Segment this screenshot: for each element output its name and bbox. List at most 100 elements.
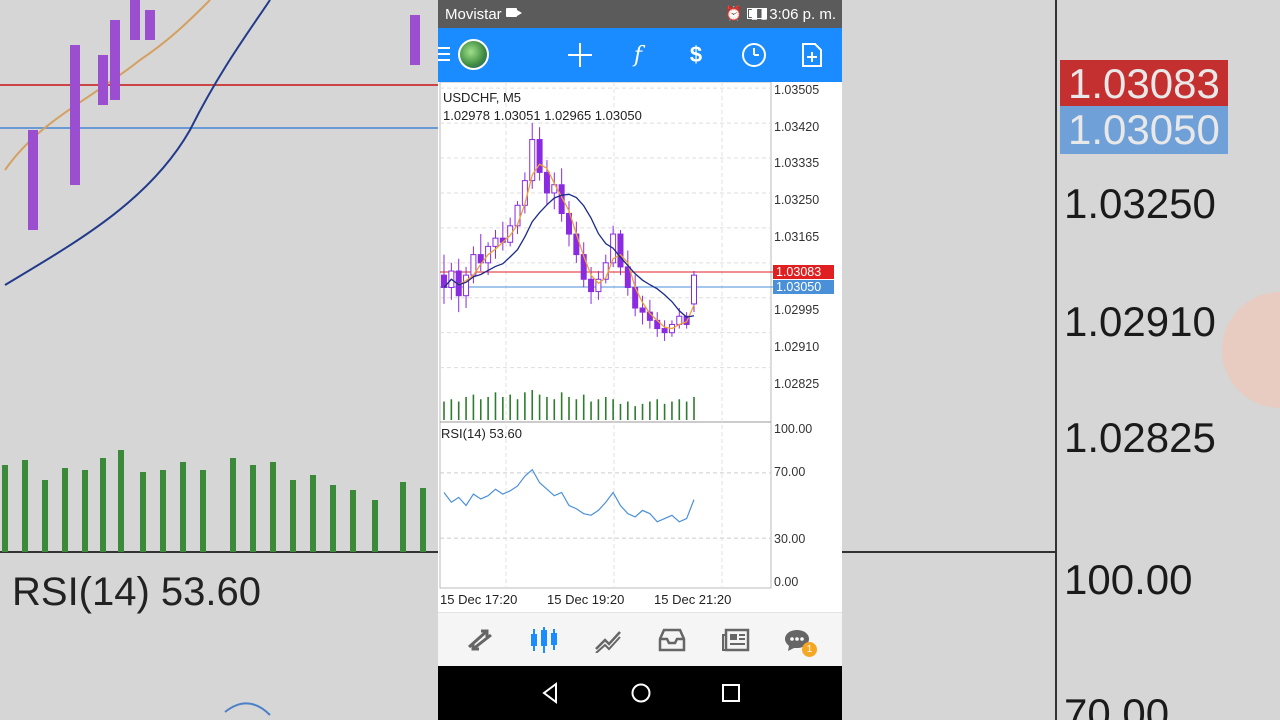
volume-bar bbox=[693, 396, 695, 420]
chart-ohlc: 1.02978 1.03051 1.02965 1.03050 bbox=[443, 108, 642, 123]
volume-bar bbox=[568, 396, 570, 420]
price-axis-label: 1.03335 bbox=[774, 156, 820, 170]
rsi-axis-label: 30.00 bbox=[774, 532, 806, 546]
history-tab[interactable] bbox=[654, 623, 690, 657]
volume-bar bbox=[546, 396, 548, 420]
chart-tab[interactable] bbox=[526, 623, 562, 657]
candle-body bbox=[543, 171, 550, 194]
background-price-label: 1.02910 bbox=[1064, 298, 1216, 345]
volume-bar bbox=[678, 399, 681, 420]
volume-bar bbox=[560, 392, 563, 420]
background-ask-tag: 1.03083 bbox=[1060, 60, 1228, 108]
app-logo[interactable] bbox=[458, 39, 489, 70]
volume-bar bbox=[575, 399, 578, 420]
indicators-icon: f bbox=[633, 42, 643, 68]
background-rsi-axis-label: 100.00 bbox=[1064, 556, 1193, 603]
background-price-label: 1.03250 bbox=[1064, 180, 1216, 227]
trade-icon bbox=[595, 631, 621, 653]
rsi-axis-label: 70.00 bbox=[774, 465, 806, 479]
price-axis-label: 1.02995 bbox=[774, 303, 820, 317]
background-bid-tag: 1.03050 bbox=[1060, 106, 1228, 154]
volume-bar bbox=[656, 399, 659, 420]
time-axis-label: 15 Dec 21:20 bbox=[654, 592, 732, 607]
candle-body bbox=[580, 254, 587, 280]
volume-bar bbox=[612, 399, 614, 420]
battery-icon bbox=[747, 8, 767, 19]
volume-bar bbox=[604, 396, 607, 420]
background-rsi-axis-label: 70.00 bbox=[1064, 690, 1170, 720]
volume-bar bbox=[582, 394, 585, 420]
crosshair-button[interactable] bbox=[560, 28, 600, 82]
volume-bar bbox=[671, 401, 673, 420]
volume-bar bbox=[531, 390, 534, 420]
background-zoom-right: 1.03083 1.03050 1.03250 1.02910 1.02825 … bbox=[842, 0, 1280, 720]
indicators-button[interactable]: f bbox=[618, 28, 658, 82]
rsi-line bbox=[443, 468, 695, 523]
chat-tab[interactable]: 1 bbox=[779, 623, 817, 657]
quotes-tab[interactable] bbox=[462, 623, 498, 657]
volume-bar bbox=[538, 394, 541, 420]
video-camera-icon bbox=[506, 8, 522, 17]
volume-bar bbox=[663, 403, 666, 420]
back-icon[interactable] bbox=[538, 680, 564, 706]
volume-bar bbox=[457, 401, 460, 420]
trade-tab[interactable] bbox=[590, 623, 626, 657]
volume-bar bbox=[502, 396, 504, 420]
timeframe-icon bbox=[742, 43, 766, 67]
timeframe-button[interactable] bbox=[734, 28, 774, 82]
volume-bar bbox=[685, 401, 688, 420]
candle-body bbox=[661, 328, 668, 334]
volume-bar bbox=[465, 396, 467, 420]
volume-bar bbox=[516, 399, 519, 420]
candle-body bbox=[639, 307, 646, 313]
news-icon bbox=[722, 628, 750, 652]
new-order-icon bbox=[802, 43, 822, 67]
candle-body bbox=[492, 237, 499, 247]
status-bar: Movistar ⏰ ▮▮ 3:06 p. m. bbox=[438, 0, 842, 28]
phone-screen: Movistar ⏰ ▮▮ 3:06 p. m. f $ USDCHF, M5 … bbox=[438, 0, 842, 720]
price-axis-label: 1.03505 bbox=[774, 83, 820, 97]
volume-bar bbox=[649, 401, 651, 420]
candle-body bbox=[507, 225, 514, 243]
volume-bar bbox=[443, 401, 445, 420]
candle-body bbox=[617, 233, 624, 268]
candle-body bbox=[573, 233, 580, 256]
menu-icon[interactable] bbox=[438, 47, 450, 61]
chart-symbol: USDCHF, M5 bbox=[443, 90, 522, 105]
volume-bar bbox=[509, 394, 511, 420]
rsi-axis-label: 100.00 bbox=[774, 422, 813, 436]
crosshair-icon bbox=[568, 43, 592, 67]
price-axis-label: 1.03250 bbox=[774, 193, 820, 207]
background-zoom-left: RSI(14) 53.60 bbox=[0, 0, 438, 720]
chat-badge: 1 bbox=[802, 642, 817, 657]
volume-bar bbox=[641, 403, 644, 420]
symbols-icon: $ bbox=[689, 42, 703, 67]
background-rsi-label: RSI(14) 53.60 bbox=[12, 570, 262, 614]
volume-bar bbox=[597, 399, 600, 420]
top-toolbar: f $ bbox=[438, 28, 842, 82]
volume-bar bbox=[619, 403, 622, 420]
price-axis-label: 1.02825 bbox=[774, 377, 820, 391]
background-price-label: 1.02825 bbox=[1064, 414, 1216, 461]
volume-bar bbox=[450, 399, 453, 420]
bottom-navigation: 1 bbox=[438, 612, 842, 667]
volume-bar bbox=[590, 401, 592, 420]
ask-price-tag: 1.03083 bbox=[773, 265, 834, 279]
recents-icon[interactable] bbox=[718, 680, 744, 706]
volume-bar bbox=[472, 394, 475, 420]
chart-area[interactable]: USDCHF, M5 1.02978 1.03051 1.02965 1.030… bbox=[438, 82, 842, 612]
volume-bar bbox=[553, 399, 556, 420]
time-axis-label: 15 Dec 19:20 bbox=[547, 592, 625, 607]
volume-bar bbox=[524, 392, 526, 420]
volume-bar bbox=[487, 396, 489, 420]
volume-bar bbox=[627, 401, 629, 420]
symbols-button[interactable]: $ bbox=[676, 28, 716, 82]
home-icon[interactable] bbox=[628, 680, 654, 706]
candle-body bbox=[691, 274, 697, 305]
inbox-icon bbox=[658, 628, 686, 652]
new-order-button[interactable] bbox=[792, 28, 832, 82]
candle-body bbox=[588, 278, 595, 293]
bid-price-tag: 1.03050 bbox=[773, 280, 834, 294]
news-tab[interactable] bbox=[718, 623, 754, 657]
status-time: 3:06 p. m. bbox=[769, 6, 836, 23]
